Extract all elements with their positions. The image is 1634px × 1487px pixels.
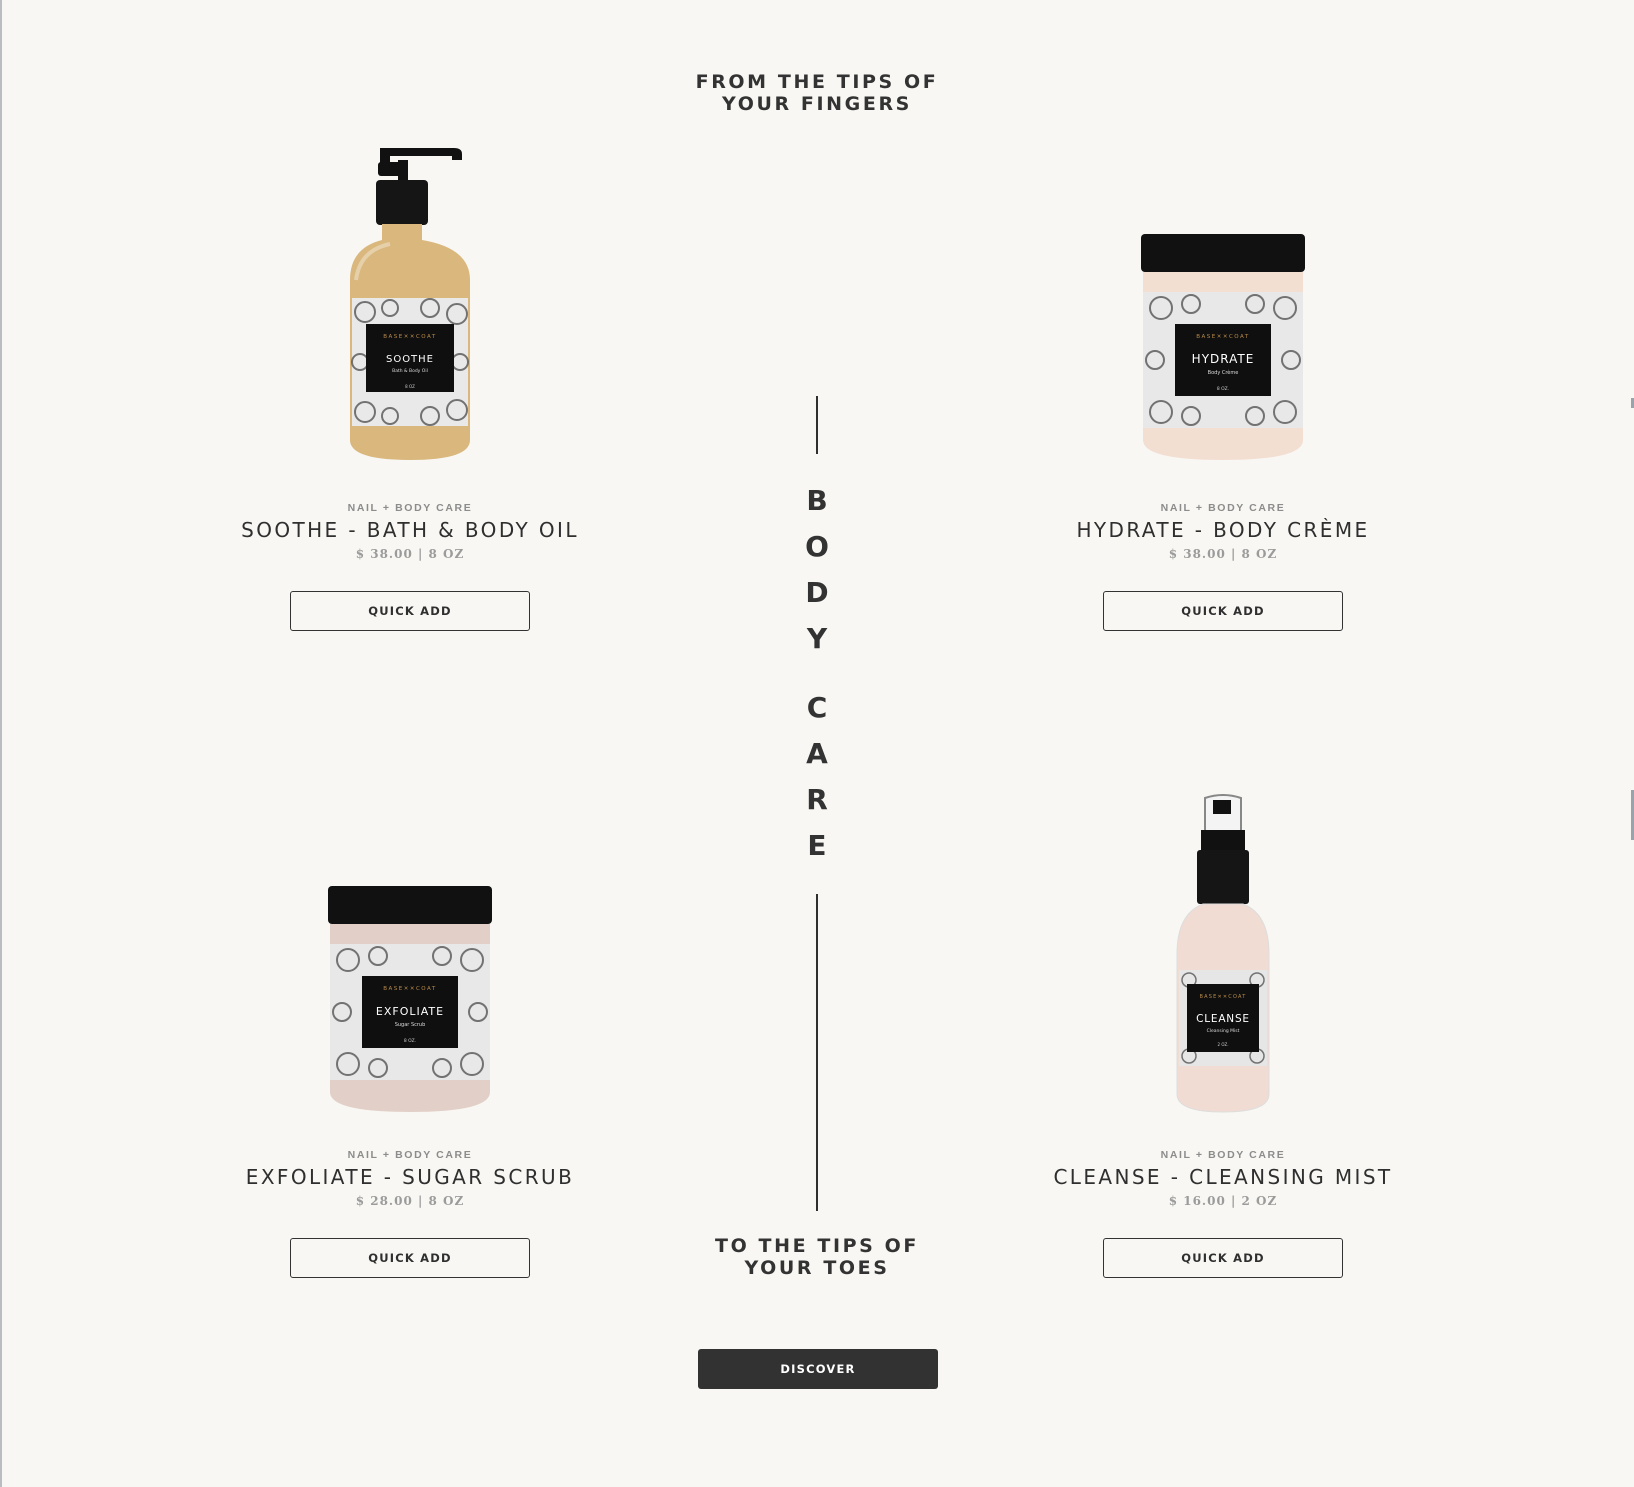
product-card: BASE✕✕COAT CLEANSE Cleansing Mist 2 OZ. …: [1003, 640, 1443, 1300]
product-card: BASE✕✕COAT EXFOLIATE Sugar Scrub 8 OZ. N…: [190, 640, 630, 1300]
product-size-label: 2 OZ.: [1218, 1042, 1229, 1047]
product-name[interactable]: SOOTHE - BATH & BODY OIL: [190, 518, 630, 542]
product-label: HYDRATE: [1192, 352, 1255, 366]
product-brand-mark: BASE✕✕COAT: [383, 334, 437, 340]
section-title-letter: B: [806, 484, 828, 517]
divider-line-top: [816, 396, 818, 454]
tagline-bottom-line-1: TO THE TIPS OF: [715, 1235, 919, 1257]
product-brand-mark: BASE✕✕COAT: [383, 986, 437, 992]
quick-add-button[interactable]: QUICK ADD: [1103, 591, 1343, 631]
product-label: SOOTHE: [386, 354, 434, 365]
tagline-bottom-line-2: YOUR TOES: [744, 1257, 890, 1279]
product-sublabel: Body Crème: [1208, 369, 1239, 376]
product-sublabel: Cleansing Mist: [1207, 1028, 1240, 1034]
product-category: NAIL + BODY CARE: [1160, 502, 1286, 514]
tagline-top-line-1: FROM THE TIPS OF: [695, 71, 939, 93]
product-price: $ 28.00 | 8 OZ: [355, 1194, 465, 1208]
product-price: $ 38.00 | 8 OZ: [355, 547, 465, 561]
product-size-label: 8 OZ.: [1217, 386, 1229, 392]
product-category: NAIL + BODY CARE: [1160, 1149, 1286, 1161]
product-image-soothe[interactable]: BASE✕✕COAT SOOTHE Bath & Body Oil 8 OZ: [330, 140, 490, 470]
section-title-letter: D: [805, 576, 829, 609]
product-name[interactable]: HYDRATE - BODY CRÈME: [1003, 518, 1443, 542]
product-name[interactable]: CLEANSE - CLEANSING MIST: [1003, 1165, 1443, 1189]
divider-line-bottom: [816, 894, 818, 1211]
section-title-letter: R: [806, 783, 828, 816]
product-card: BASE✕✕COAT SOOTHE Bath & Body Oil 8 OZ N…: [190, 0, 630, 640]
product-card: BASE✕✕COAT HYDRATE Body Crème 8 OZ. NAIL…: [1003, 0, 1443, 640]
product-price: $ 16.00 | 2 OZ: [1168, 1194, 1278, 1208]
section-title-letter: C: [806, 691, 828, 724]
product-image-hydrate[interactable]: BASE✕✕COAT HYDRATE Body Crème 8 OZ.: [1133, 230, 1313, 466]
product-name[interactable]: EXFOLIATE - SUGAR SCRUB: [190, 1165, 630, 1189]
quick-add-button[interactable]: QUICK ADD: [1103, 1238, 1343, 1278]
page-left-edge: [0, 0, 2, 1487]
product-image-cleanse[interactable]: BASE✕✕COAT CLEANSE Cleansing Mist 2 OZ.: [1173, 794, 1273, 1114]
tagline-top: FROM THE TIPS OF YOUR FINGERS: [617, 71, 1017, 115]
product-price: $ 38.00 | 8 OZ: [1168, 547, 1278, 561]
product-category: NAIL + BODY CARE: [347, 502, 473, 514]
product-brand-mark: BASE✕✕COAT: [1200, 994, 1247, 1000]
product-image-exfoliate[interactable]: BASE✕✕COAT EXFOLIATE Sugar Scrub 8 OZ.: [320, 882, 500, 1118]
discover-button[interactable]: DISCOVER: [698, 1349, 938, 1389]
product-label: EXFOLIATE: [376, 1005, 444, 1018]
quick-add-button[interactable]: QUICK ADD: [290, 591, 530, 631]
product-label: CLEANSE: [1196, 1013, 1250, 1025]
tagline-top-line-2: YOUR FINGERS: [722, 93, 912, 115]
product-category: NAIL + BODY CARE: [347, 1149, 473, 1161]
section-title-letter: Y: [806, 622, 828, 655]
product-size-label: 8 OZ: [405, 384, 415, 389]
tagline-bottom: TO THE TIPS OF YOUR TOES: [617, 1235, 1017, 1279]
quick-add-button[interactable]: QUICK ADD: [290, 1238, 530, 1278]
product-size-label: 8 OZ.: [404, 1038, 416, 1044]
section-title-letter: A: [806, 737, 828, 770]
product-sublabel: Sugar Scrub: [395, 1022, 426, 1028]
section-title-letter: E: [807, 829, 827, 862]
product-sublabel: Bath & Body Oil: [392, 368, 428, 374]
product-brand-mark: BASE✕✕COAT: [1196, 334, 1250, 340]
section-title-letter: O: [805, 530, 829, 563]
